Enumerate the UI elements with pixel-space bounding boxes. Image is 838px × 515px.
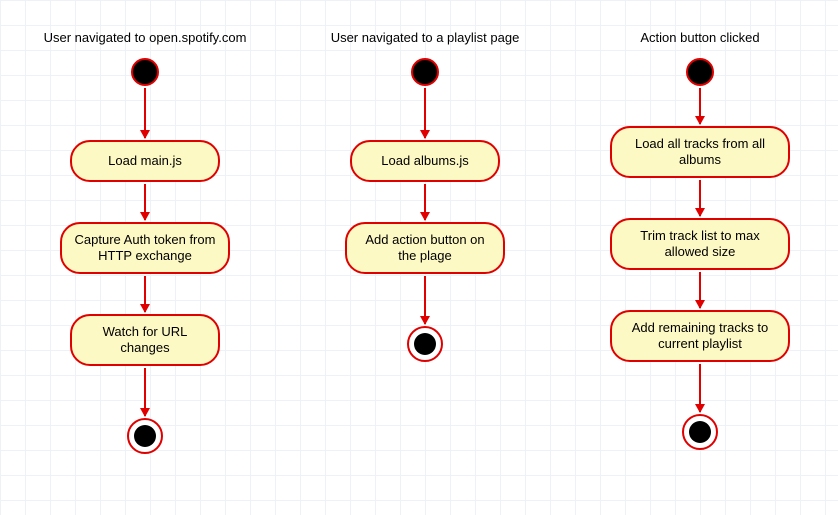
start-node-icon	[131, 58, 159, 86]
arrow-icon	[699, 272, 701, 308]
arrow-icon	[424, 184, 426, 220]
arrow-icon	[699, 88, 701, 124]
arrow-icon	[699, 364, 701, 412]
activity-box: Load main.js	[70, 140, 220, 182]
start-node-icon	[411, 58, 439, 86]
arrow-icon	[144, 88, 146, 138]
activity-box: Load all tracks from all albums	[610, 126, 790, 178]
end-node-icon	[407, 326, 443, 362]
start-node-icon	[686, 58, 714, 86]
activity-box: Capture Auth token from HTTP exchange	[60, 222, 230, 274]
arrow-icon	[424, 276, 426, 324]
arrow-icon	[424, 88, 426, 138]
end-node-icon	[127, 418, 163, 454]
lane-title: Action button clicked	[570, 30, 830, 45]
arrow-icon	[144, 276, 146, 312]
lane-title: User navigated to a playlist page	[295, 30, 555, 45]
arrow-icon	[144, 184, 146, 220]
lane-title: User navigated to open.spotify.com	[15, 30, 275, 45]
activity-box: Trim track list to max allowed size	[610, 218, 790, 270]
activity-box: Add action button on the plage	[345, 222, 505, 274]
activity-box: Load albums.js	[350, 140, 500, 182]
arrow-icon	[699, 180, 701, 216]
end-node-icon	[682, 414, 718, 450]
activity-box: Watch for URL changes	[70, 314, 220, 366]
activity-box: Add remaining tracks to current playlist	[610, 310, 790, 362]
arrow-icon	[144, 368, 146, 416]
